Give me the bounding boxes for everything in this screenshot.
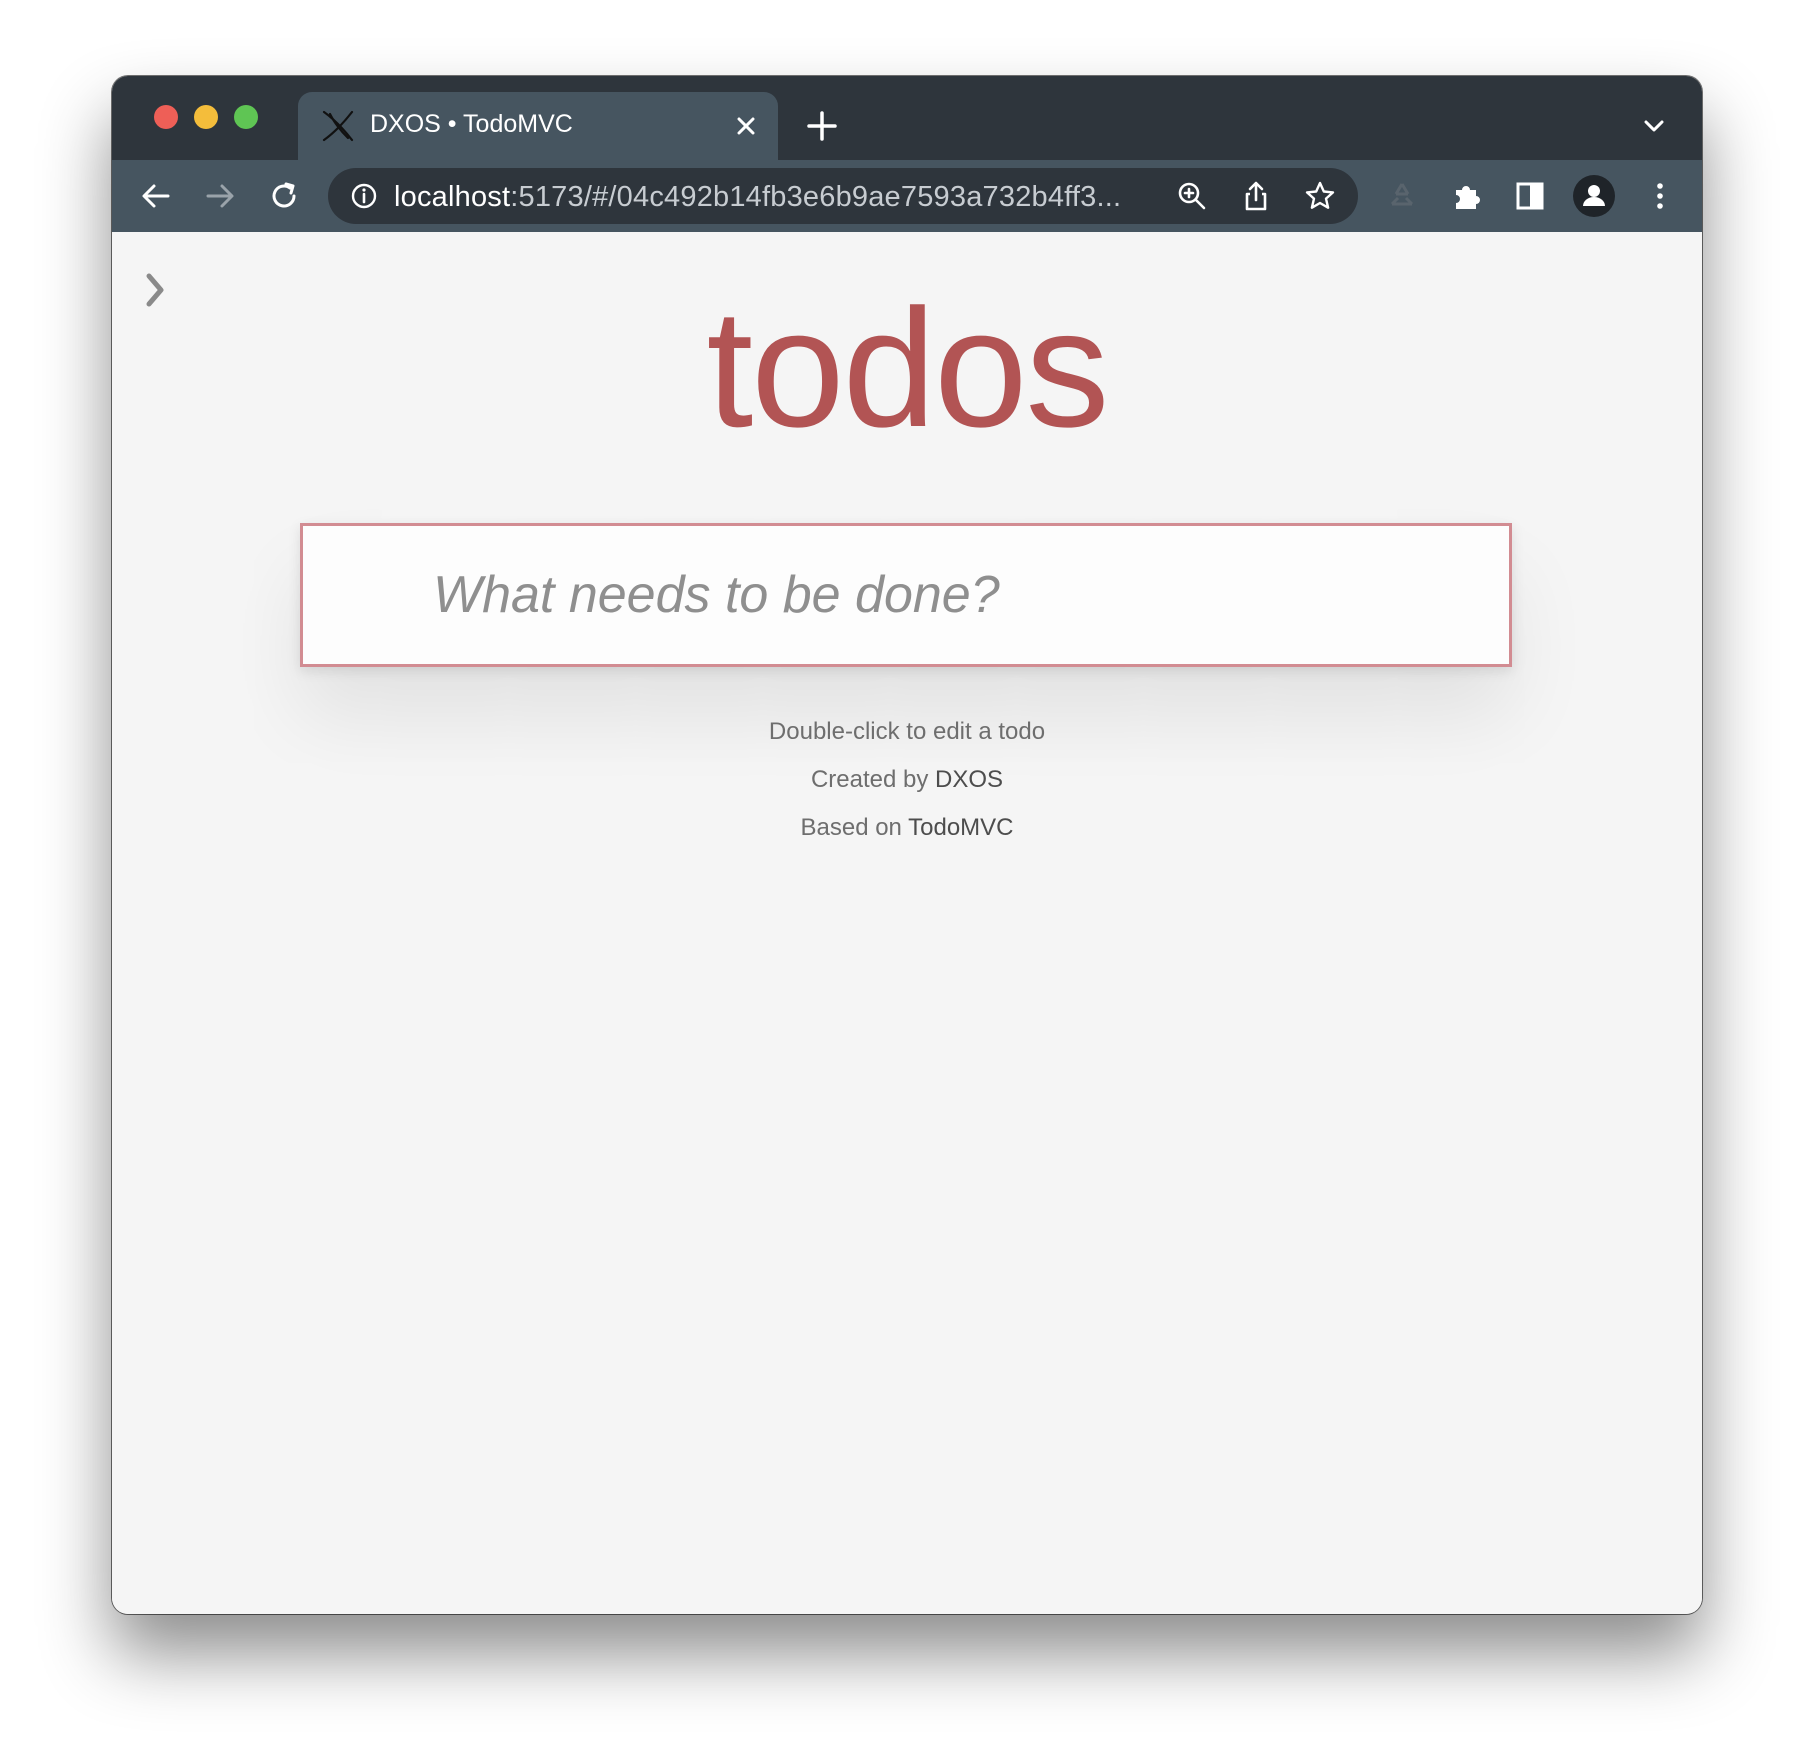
created-by-label: Created by xyxy=(810,766,929,793)
more-menu-icon[interactable] xyxy=(1642,178,1678,214)
bookmark-star-icon[interactable] xyxy=(1302,178,1338,214)
extensions-puzzle-icon[interactable] xyxy=(1448,178,1484,214)
address-bar[interactable]: localhost:5173/#/04c492b14fb3e6b9ae7593a… xyxy=(328,168,1358,224)
close-window-button[interactable] xyxy=(154,105,178,129)
dxos-link[interactable]: DXOS xyxy=(935,766,1003,793)
tab-strip: DXOS • TodoMVC xyxy=(112,76,1702,160)
url-host: localhost xyxy=(394,181,511,213)
recycle-extension-icon[interactable] xyxy=(1384,178,1420,214)
side-panel-icon[interactable] xyxy=(1512,178,1548,214)
zoom-icon[interactable] xyxy=(1174,178,1210,214)
based-on-line: Based on TodoMVC xyxy=(112,814,1702,842)
site-info-icon[interactable] xyxy=(346,178,382,214)
tab-title: DXOS • TodoMVC xyxy=(370,110,573,138)
profile-avatar-icon[interactable] xyxy=(1572,174,1616,218)
chevron-down-icon[interactable] xyxy=(1640,112,1668,140)
browser-toolbar: localhost:5173/#/04c492b14fb3e6b9ae7593a… xyxy=(112,160,1702,232)
maximize-window-button[interactable] xyxy=(234,105,258,129)
browser-window: DXOS • TodoMVC localhost:5173/#/04c492b1… xyxy=(112,76,1702,1614)
url-path: :5173/#/04c492b14fb3e6b9ae7593a732b4ff3.… xyxy=(510,181,1122,213)
based-on-label: Based on xyxy=(800,814,902,841)
minimize-window-button[interactable] xyxy=(194,105,218,129)
edit-hint: Double-click to edit a todo xyxy=(768,718,1046,745)
new-tab-icon[interactable] xyxy=(804,108,840,144)
app-title: todos xyxy=(706,274,1110,462)
todomvc-link[interactable]: TodoMVC xyxy=(908,814,1013,841)
created-by-line: Created by DXOS xyxy=(112,766,1702,794)
new-todo-input[interactable] xyxy=(300,523,1512,667)
forward-arrow-icon[interactable] xyxy=(202,178,238,214)
share-icon[interactable] xyxy=(1238,178,1274,214)
close-tab-icon[interactable] xyxy=(732,112,760,140)
dxos-logo-icon xyxy=(322,110,354,142)
reload-icon[interactable] xyxy=(266,178,302,214)
back-arrow-icon[interactable] xyxy=(138,178,174,214)
tab-dxos-todomvc[interactable]: DXOS • TodoMVC xyxy=(298,92,778,160)
page-content: todos Double-click to edit a todo Create… xyxy=(112,232,1702,1614)
url-text[interactable]: localhost:5173/#/04c492b14fb3e6b9ae7593a… xyxy=(394,181,1121,214)
